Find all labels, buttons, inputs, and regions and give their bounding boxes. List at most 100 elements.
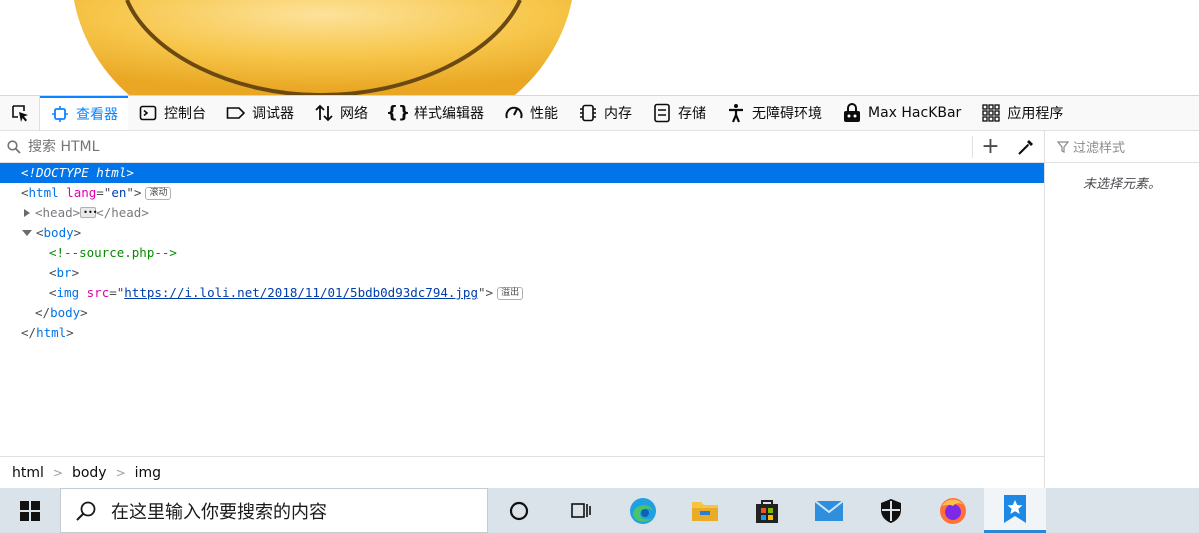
tab-label: 内存 [604,106,632,122]
html-close-tag-name: html [36,325,67,340]
start-button[interactable] [0,488,60,533]
img-tag-name: img [56,285,80,300]
head-tag-name: head [42,205,73,220]
comment-text: <!--source.php--> [49,245,177,260]
taskbar-search-box[interactable]: 在这里输入你要搜索的内容 [60,488,488,533]
network-icon [314,103,334,123]
collapse-arrow-icon[interactable] [22,230,32,236]
tab-performance[interactable]: 性能 [494,96,568,130]
attr-name: src [86,285,110,300]
tree-node-body[interactable]: <body> [0,223,1044,243]
edge-icon [630,497,656,524]
tree-node-br[interactable]: <br> [0,263,1044,283]
tab-network[interactable]: 网络 [304,96,378,130]
no-element-message: 未选择元素。 [1082,177,1161,192]
mail-icon [814,499,844,521]
page-viewport [0,0,1199,95]
tree-node-head[interactable]: <head></head> [0,203,1044,223]
breadcrumb-item-img[interactable]: img [135,465,161,481]
store-icon [756,499,778,523]
tab-label: 查看器 [76,107,118,123]
tab-label: 网络 [340,106,368,122]
tab-application[interactable]: 应用程序 [971,96,1073,130]
filter-styles-placeholder: 过滤样式 [1073,141,1126,156]
overflow-badge[interactable]: 溢出 [497,287,524,300]
eyedropper-button[interactable] [1008,138,1044,156]
application-icon [981,103,1001,123]
memory-icon [578,103,598,123]
body-close-tag-name: body [50,305,81,320]
edge-browser-button[interactable] [612,488,674,533]
firefox-button[interactable] [922,488,984,533]
store-button[interactable] [736,488,798,533]
head-close-tag-name: head [111,205,142,220]
tree-node-html-close[interactable]: </html> [0,323,1044,343]
cortana-button[interactable] [488,488,550,533]
mail-button[interactable] [798,488,860,533]
bookmark-star-icon [1004,495,1026,523]
task-view-button[interactable] [550,488,612,533]
picker-icon [11,105,28,122]
tab-console[interactable]: 控制台 [128,96,216,130]
tab-accessibility[interactable]: 无障碍环境 [716,96,832,130]
search-icon [0,139,28,154]
markup-tree: <!DOCTYPE html> <html lang="en"> 滚动 <head… [0,163,1044,456]
tree-node-comment[interactable]: <!--source.php--> [0,243,1044,263]
element-picker-button[interactable] [0,96,40,130]
eyedropper-icon [1018,139,1033,155]
tab-label: 无障碍环境 [752,106,822,122]
firefox-icon [940,497,966,524]
shield-icon [881,498,901,523]
tab-style-editor[interactable]: {} 样式编辑器 [378,96,494,130]
accessibility-icon [726,103,746,123]
security-button[interactable] [860,488,922,533]
tab-storage[interactable]: 存储 [642,96,716,130]
tree-node-doctype[interactable]: <!DOCTYPE html> [0,163,1044,183]
emoji-image [74,0,572,95]
markup-search-bar: + [0,131,1044,163]
tree-node-body-close[interactable]: </body> [0,303,1044,323]
attr-value: en [111,185,127,200]
filter-styles-bar[interactable]: 过滤样式 [1045,131,1199,163]
inspector-icon [50,104,70,124]
style-editor-icon: {} [385,103,411,123]
scroll-badge[interactable]: 滚动 [145,187,172,200]
body-tag-name: body [43,225,74,240]
search-html-input[interactable] [28,138,928,155]
storage-icon [652,103,672,123]
breadcrumb: html > body > img [0,456,1044,488]
breadcrumb-item-body[interactable]: body [72,465,107,481]
add-node-button[interactable]: + [972,134,1008,159]
br-tag-name: br [56,265,72,280]
tree-node-img[interactable]: <img src="https://i.loli.net/2018/11/01/… [0,283,1044,303]
tab-memory[interactable]: 内存 [568,96,642,130]
attr-name: lang [66,185,97,200]
tab-label: Max HacKBar [868,105,962,121]
img-src-link[interactable]: https://i.loli.net/2018/11/01/5bdb0d93dc… [124,285,478,300]
debugger-icon [226,103,246,123]
search-icon [76,501,96,521]
collapsed-content-button[interactable] [80,203,98,223]
taskbar-search-placeholder: 在这里输入你要搜索的内容 [111,501,327,523]
breadcrumb-item-html[interactable]: html [12,465,44,481]
tab-label: 存储 [678,106,706,122]
windows-taskbar: 在这里输入你要搜索的内容 [0,488,1199,533]
tab-inspector[interactable]: 查看器 [40,96,128,130]
task-view-icon [571,502,591,518]
devtools-toolbar: 查看器 控制台 调试器 网络 {} 样式编辑器 性能 内存 存储 无障碍环境 M… [0,95,1199,131]
expand-arrow-icon[interactable] [24,209,30,217]
folder-icon [692,501,718,521]
html-tag-name: html [28,185,59,200]
hackbar-icon [842,103,862,123]
file-explorer-button[interactable] [674,488,736,533]
tab-label: 控制台 [164,106,206,122]
console-icon [138,103,158,123]
filter-icon [1057,140,1069,153]
tab-label: 样式编辑器 [414,106,484,122]
pinned-app-button[interactable] [984,488,1046,533]
tab-label: 性能 [530,106,558,122]
tab-debugger[interactable]: 调试器 [216,96,304,130]
tree-node-html[interactable]: <html lang="en"> 滚动 [0,183,1044,203]
tab-max-hackbar[interactable]: Max HacKBar [832,96,971,130]
cortana-icon [509,501,529,520]
